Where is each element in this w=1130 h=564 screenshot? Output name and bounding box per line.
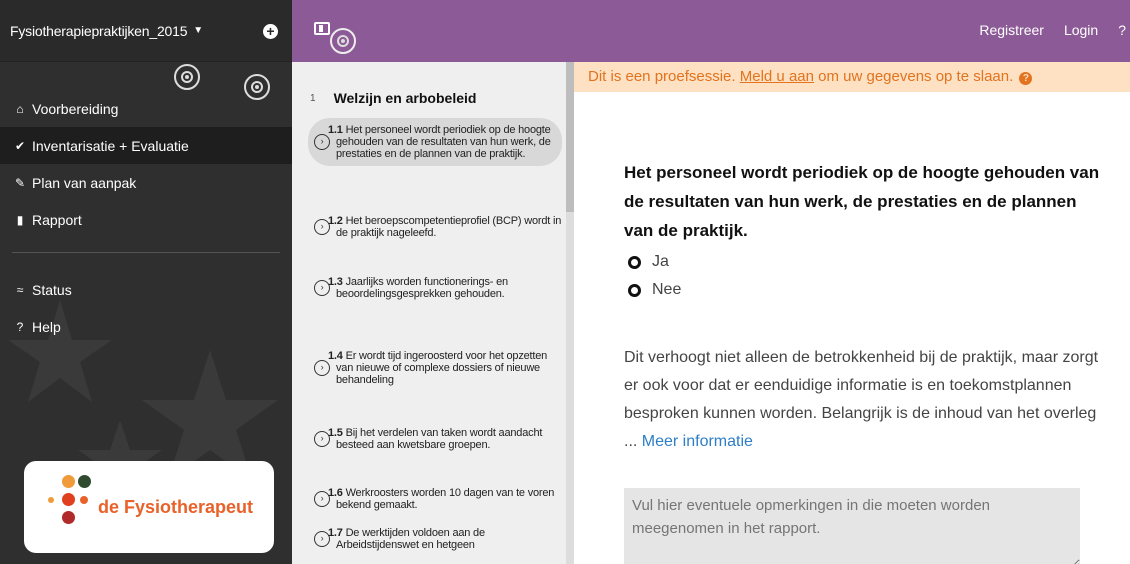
question-number: 1.6 bbox=[328, 487, 343, 499]
top-links: Registreer Login ? bbox=[979, 22, 1130, 38]
file-icon: ▮ bbox=[16, 212, 24, 227]
chevron-right-icon: › bbox=[314, 360, 330, 376]
question-number: 1.1 bbox=[328, 124, 343, 136]
question-item[interactable]: › 1.1 Het personeel wordt periodiek op d… bbox=[308, 118, 562, 166]
sidebar-item-label: Help bbox=[32, 318, 61, 335]
question-item[interactable]: › 1.3 Jaarlijks worden functionerings- e… bbox=[308, 276, 562, 300]
option-label: Nee bbox=[652, 281, 682, 298]
sidebar: Fysiotherapiepraktijken_2015 ▼ + ⌂ Voorb… bbox=[0, 0, 292, 564]
section-title: 1 Welzijn en arbobeleid bbox=[310, 90, 476, 106]
info-text: Dit verhoogt niet alleen de betrokkenhei… bbox=[624, 344, 1104, 456]
logo-mark bbox=[24, 461, 94, 553]
radio-ja[interactable] bbox=[628, 255, 641, 269]
section-number: 1 bbox=[310, 93, 316, 104]
question-circle-icon: ? bbox=[16, 319, 24, 334]
home-icon: ⌂ bbox=[16, 101, 24, 116]
question-number: 1.4 bbox=[328, 350, 343, 362]
notice-suffix: om uw gegevens op te slaan. bbox=[813, 68, 1014, 85]
sidebar-divider bbox=[12, 252, 280, 253]
option-label: Ja bbox=[652, 253, 669, 270]
sidebar-item-label: Voorbereiding bbox=[32, 100, 119, 117]
question-text: Jaarlijks worden functionerings- en beoo… bbox=[336, 276, 508, 300]
pencil-icon: ✎ bbox=[14, 175, 26, 190]
sidebar-item-plan-van-aanpak[interactable]: ✎ Plan van aanpak bbox=[0, 164, 292, 201]
toggle-sidebar-icon[interactable] bbox=[314, 22, 330, 35]
sidebar-item-status[interactable]: ≈ Status bbox=[0, 271, 292, 308]
section-title-text: Welzijn en arbobeleid bbox=[333, 90, 477, 106]
chevron-down-icon[interactable]: ▼ bbox=[193, 25, 203, 36]
sidebar-item-rapport[interactable]: ▮ Rapport bbox=[0, 201, 292, 238]
question-text: Werkroosters worden 10 dagen van te vore… bbox=[336, 487, 555, 511]
sidebar-item-label: Plan van aanpak bbox=[32, 174, 137, 191]
question-number: 1.2 bbox=[328, 215, 343, 227]
target-icon bbox=[174, 64, 200, 90]
remarks-textarea[interactable] bbox=[624, 488, 1080, 564]
sidebar-item-help[interactable]: ? Help bbox=[0, 308, 292, 345]
question-text: Het beroepscompetentieprofiel (BCP) word… bbox=[336, 215, 562, 239]
add-icon[interactable]: + bbox=[263, 24, 278, 39]
question-text: De werktijden voldoen aan de Arbeidstijd… bbox=[336, 527, 485, 551]
question-text: Bij het verdelen van taken wordt aandach… bbox=[336, 427, 543, 451]
sidebar-item-label: Inventarisatie + Evaluatie bbox=[32, 137, 189, 154]
help-link[interactable]: ? bbox=[1118, 22, 1126, 38]
question-item[interactable]: › 1.7 De werktijden voldoen aan de Arbei… bbox=[308, 527, 562, 551]
scrollbar[interactable] bbox=[566, 62, 574, 564]
sidebar-item-voorbereiding[interactable]: ⌂ Voorbereiding bbox=[0, 90, 292, 127]
more-info-link[interactable]: Meer informatie bbox=[642, 433, 753, 450]
project-header[interactable]: Fysiotherapiepraktijken_2015 ▼ + bbox=[0, 0, 292, 62]
project-title: Fysiotherapiepraktijken_2015 bbox=[10, 22, 188, 39]
chart-line-icon: ≈ bbox=[16, 282, 24, 297]
question-text: Het personeel wordt periodiek op de hoog… bbox=[336, 124, 551, 160]
check-circle-icon: ✔ bbox=[14, 138, 26, 153]
trial-notice: Dit is een proefsessie. Meld u aan om uw… bbox=[574, 62, 1130, 92]
register-link[interactable]: Registreer bbox=[979, 22, 1044, 38]
top-bar: Registreer Login ? bbox=[292, 0, 1130, 62]
radio-nee[interactable] bbox=[628, 283, 641, 297]
question-number: 1.7 bbox=[328, 527, 343, 539]
main-content: Dit is een proefsessie. Meld u aan om uw… bbox=[574, 62, 1130, 564]
question-text: Er wordt tijd ingeroosterd voor het opze… bbox=[336, 350, 548, 386]
logo-text: de Fysiotherapeut bbox=[98, 496, 254, 517]
question-title: Het personeel wordt periodiek op de hoog… bbox=[624, 163, 1100, 240]
logo: de Fysiotherapeut bbox=[24, 461, 274, 553]
question-number: 1.5 bbox=[328, 427, 343, 439]
sidebar-item-label: Rapport bbox=[32, 211, 82, 228]
question-list: 1 Welzijn en arbobeleid › 1.1 Het person… bbox=[292, 62, 574, 564]
option-ja[interactable]: Ja bbox=[628, 253, 669, 271]
question-item[interactable]: › 1.6 Werkroosters worden 10 dagen van t… bbox=[308, 487, 562, 511]
option-nee[interactable]: Nee bbox=[628, 281, 681, 299]
login-link[interactable]: Login bbox=[1064, 22, 1098, 38]
question-number: 1.3 bbox=[328, 276, 343, 288]
question-item[interactable]: › 1.5 Bij het verdelen van taken wordt a… bbox=[308, 427, 562, 451]
notice-prefix: Dit is een proefsessie. bbox=[588, 68, 740, 85]
sidebar-menu: ⌂ Voorbereiding ✔ Inventarisatie + Evalu… bbox=[0, 90, 292, 345]
sign-up-link[interactable]: Meld u aan bbox=[740, 68, 814, 85]
question-circle-icon[interactable]: ? bbox=[1019, 72, 1033, 85]
sidebar-item-label: Status bbox=[32, 281, 72, 298]
question-item[interactable]: › 1.2 Het beroepscompetentieprofiel (BCP… bbox=[308, 215, 562, 239]
scrollbar-thumb[interactable] bbox=[566, 62, 574, 212]
chevron-right-icon: › bbox=[314, 134, 330, 150]
sidebar-item-inventarisatie[interactable]: ✔ Inventarisatie + Evaluatie bbox=[0, 127, 292, 164]
target-icon bbox=[330, 28, 356, 54]
question-item[interactable]: › 1.4 Er wordt tijd ingeroosterd voor he… bbox=[308, 350, 562, 386]
